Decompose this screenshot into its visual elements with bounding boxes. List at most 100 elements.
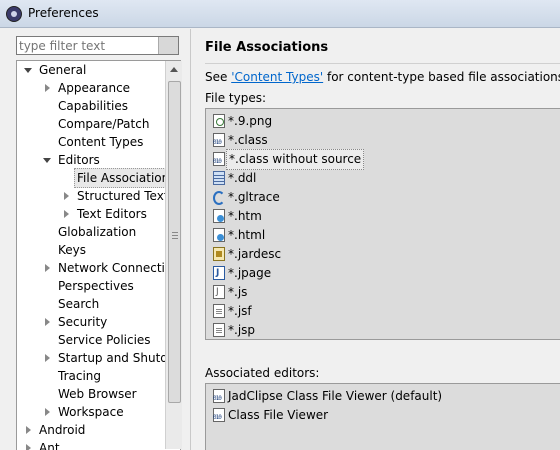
class-file-icon [213, 152, 225, 166]
tree-item-web-browser[interactable]: Web Browser [17, 385, 180, 403]
file-type-label: *.jardesc [228, 247, 282, 261]
scroll-up-arrow-icon[interactable] [170, 67, 178, 72]
file-type-label: *.htm [228, 209, 262, 223]
grip-line [172, 238, 178, 239]
tree-item-label: Service Policies [58, 333, 151, 347]
ddl-file-icon [213, 171, 225, 185]
tree-item-label: Perspectives [58, 279, 134, 293]
tree-item-label: File Associations [74, 168, 179, 188]
title-bar: Preferences [0, 0, 560, 28]
tree-item-label: Globalization [58, 225, 137, 239]
clear-filter-button[interactable] [158, 37, 178, 54]
tree-item-appearance[interactable]: Appearance [17, 79, 180, 97]
tree-item-keys[interactable]: Keys [17, 241, 180, 259]
file-associations-page: File Associations See 'Content Types' fo… [191, 29, 560, 450]
file-type-label: *.html [228, 228, 266, 242]
tree-item-label: Appearance [58, 81, 131, 95]
tree-item-label: Workspace [58, 405, 124, 419]
collapsed-twisty-icon[interactable] [45, 264, 50, 272]
file-types-list[interactable]: *.9.png *.class *.class without source*.dd… [205, 108, 560, 340]
file-type-label: *.9.png [228, 114, 273, 128]
tree-item-security[interactable]: Security [17, 313, 180, 331]
tree-item-label: Web Browser [58, 387, 137, 401]
file-type-label: *.ddl [228, 171, 257, 185]
file-type-label: *.jsp [228, 323, 256, 337]
tree-item-ant[interactable]: Ant [17, 439, 180, 450]
tree-item-label: Compare/Patch [58, 117, 150, 131]
tree-item-label: Search [58, 297, 100, 311]
window-title: Preferences [28, 6, 99, 20]
tree-item-label: Content Types [58, 135, 144, 149]
tree-item-network-connection[interactable]: Network Connection [17, 259, 180, 277]
tree-item-perspectives[interactable]: Perspectives [17, 277, 180, 295]
hint-suffix: for content-type based file associations… [323, 70, 560, 84]
file-type-label: *.gltrace [228, 190, 280, 204]
tree-item-android[interactable]: Android [17, 421, 180, 439]
tree-item-label: Security [58, 315, 108, 329]
tree-item-capabilities[interactable]: Capabilities [17, 97, 180, 115]
tree-item-search[interactable]: Search [17, 295, 180, 313]
tree-item-workspace[interactable]: Workspace [17, 403, 180, 421]
file-type-label: *.jpage [228, 266, 272, 280]
tree-item-tracing[interactable]: Tracing [17, 367, 180, 385]
page-title: File Associations [205, 40, 329, 55]
file-type-label: *.jsf [228, 304, 252, 318]
text-file-icon [213, 304, 225, 318]
tree-item-label: Keys [58, 243, 87, 257]
tree-item-service-policies[interactable]: Service Policies [17, 331, 180, 349]
tree-item-label: Tracing [58, 369, 102, 383]
tree-item-general[interactable]: General [17, 61, 180, 79]
tree-item-label: Text Editors [77, 207, 147, 221]
eclipse-app-icon [6, 6, 22, 22]
class-file-icon [213, 408, 225, 422]
web-file-icon [213, 228, 225, 242]
collapsed-twisty-icon[interactable] [26, 444, 31, 450]
editor-label: JadClipse Class File Viewer (default) [228, 389, 443, 403]
collapsed-twisty-icon[interactable] [64, 210, 69, 218]
javascript-file-icon [213, 285, 225, 299]
collapsed-twisty-icon[interactable] [45, 318, 50, 326]
file-types-label: File types: [205, 91, 266, 105]
tree-item-text-editors[interactable]: Text Editors [17, 205, 180, 223]
tree-item-label: Ant [39, 441, 60, 450]
tree-item-file-associations[interactable]: File Associations [17, 168, 180, 188]
tree-item-content-types[interactable]: Content Types [17, 133, 180, 151]
tree-item-label: Editors [58, 153, 100, 167]
tree-item-editors[interactable]: Editors [17, 151, 180, 169]
tree-item-label: Android [39, 423, 86, 437]
grip-line [172, 232, 178, 233]
associated-editors-list[interactable]: JadClipse Class File Viewer (default) Cla… [205, 383, 560, 450]
tree-item-label: Network Connection [58, 261, 180, 275]
gltrace-icon [213, 191, 225, 205]
tree-item-compare-patch[interactable]: Compare/Patch [17, 115, 180, 133]
tree-item-structured-text-e[interactable]: Structured Text E [17, 187, 180, 205]
tree-item-label: Startup and Shutdov [58, 351, 181, 365]
tree-item-label: General [39, 63, 87, 77]
tree-item-globalization[interactable]: Globalization [17, 223, 180, 241]
collapsed-twisty-icon[interactable] [26, 426, 31, 434]
grip-line [172, 235, 178, 236]
preferences-navigation-pane: General Appearance Capabilities Compare/Pat… [0, 29, 190, 450]
class-file-icon [213, 389, 225, 403]
content-types-link[interactable]: 'Content Types' [231, 70, 323, 84]
tree-item-startup-and-shutdov[interactable]: Startup and Shutdov [17, 349, 181, 367]
scrollbar-thumb[interactable] [168, 81, 181, 403]
class-file-icon [213, 133, 225, 147]
jar-desc-icon [213, 247, 225, 261]
collapsed-twisty-icon[interactable] [45, 408, 50, 416]
expanded-twisty-icon[interactable] [43, 158, 51, 163]
file-type-label: *.class [228, 133, 268, 147]
preferences-tree: General Appearance Capabilities Compare/Pat… [16, 60, 181, 450]
text-file-icon [213, 323, 225, 337]
file-type-label: *.js [228, 285, 248, 299]
java-page-icon [213, 266, 225, 280]
filter-box [16, 36, 179, 55]
filter-input[interactable] [19, 38, 159, 53]
collapsed-twisty-icon[interactable] [64, 192, 69, 200]
collapsed-twisty-icon[interactable] [45, 354, 50, 362]
expanded-twisty-icon[interactable] [24, 68, 32, 73]
collapsed-twisty-icon[interactable] [45, 84, 50, 92]
file-type-label: *.class without source [226, 149, 365, 170]
tree-vertical-scrollbar[interactable] [165, 61, 182, 449]
image-file-icon [213, 114, 225, 128]
